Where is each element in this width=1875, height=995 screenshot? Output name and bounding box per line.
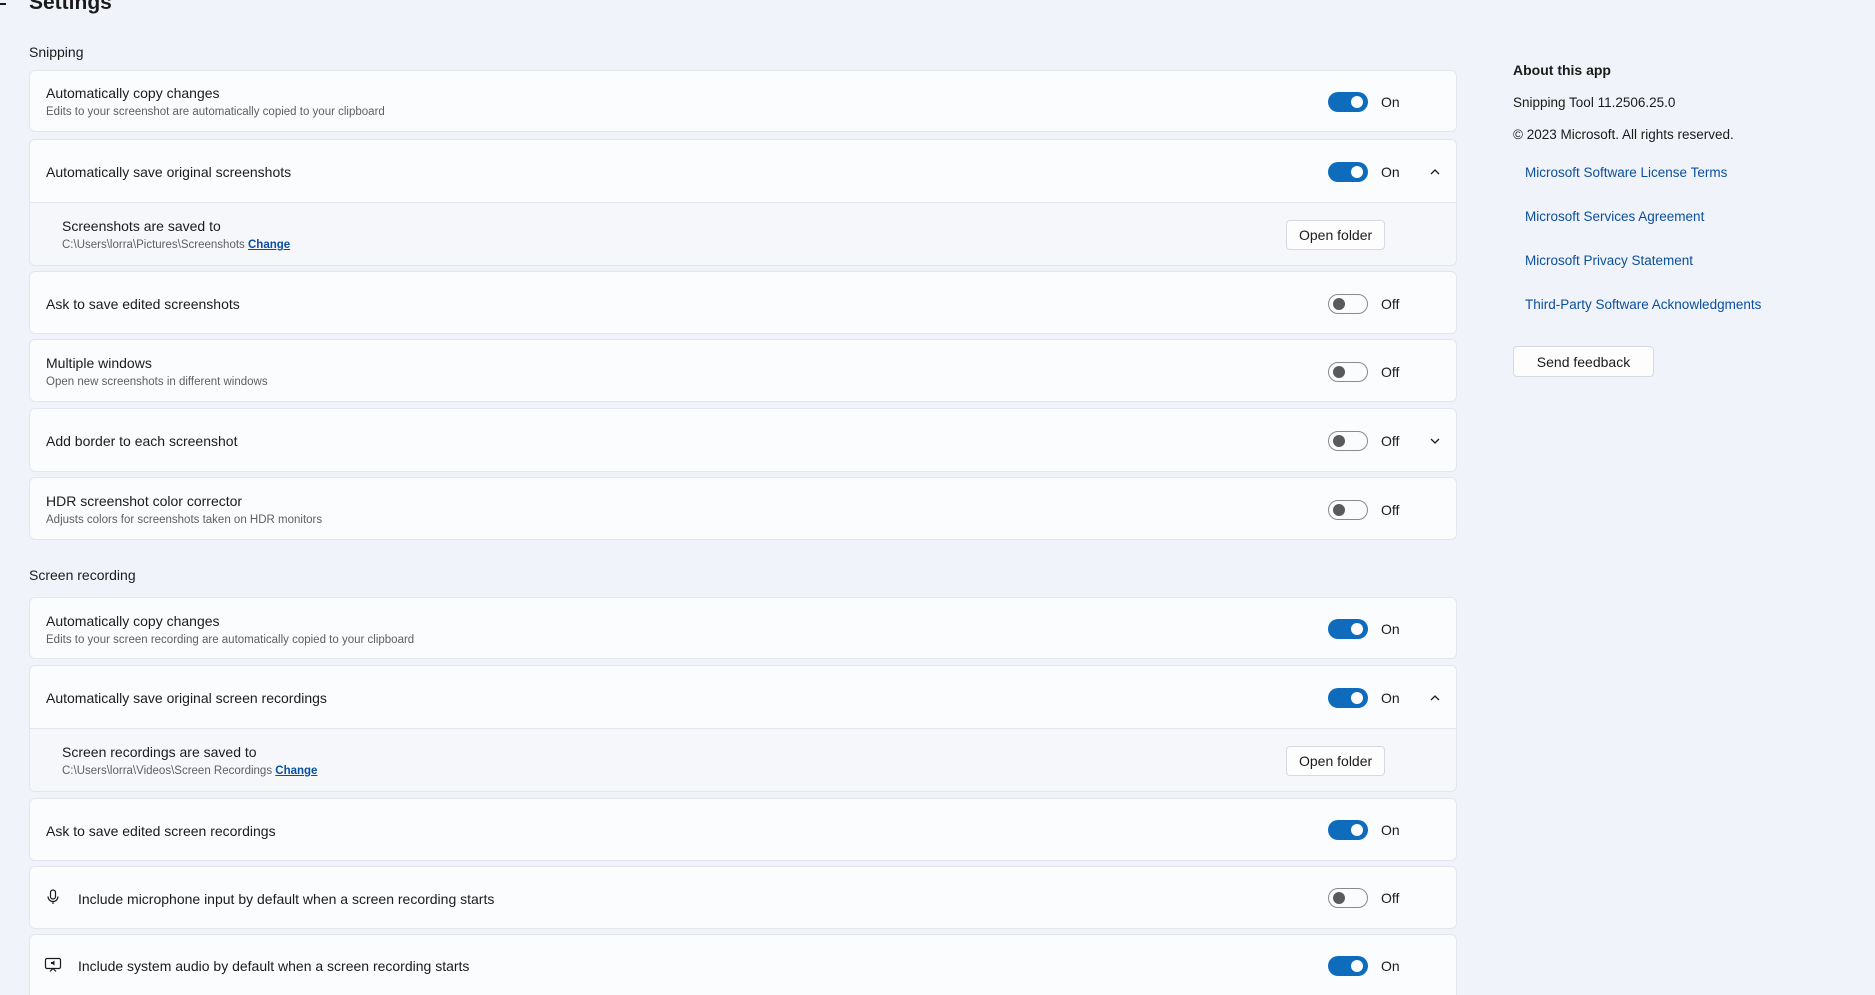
speaker-screen-icon xyxy=(44,956,62,974)
license-terms-link[interactable]: Microsoft Software License Terms xyxy=(1525,165,1727,180)
toggle-state-label: On xyxy=(1381,958,1400,974)
chevron-up-icon[interactable] xyxy=(1428,691,1442,705)
app-version: Snipping Tool 11.2506.25.0 xyxy=(1513,95,1676,110)
change-location-link[interactable]: Change xyxy=(275,765,317,777)
setting-card-snip-saved-location: Screenshots are saved to C:\Users\lorra\… xyxy=(29,203,1457,266)
setting-title: Automatically copy changes xyxy=(46,613,220,629)
chevron-up-icon[interactable] xyxy=(1428,165,1442,179)
saved-path: C:\Users\lorra\Videos\Screen Recordings xyxy=(62,765,273,777)
toggle-state-label: Off xyxy=(1381,296,1400,312)
setting-title: Add border to each screenshot xyxy=(46,433,238,449)
open-folder-button[interactable]: Open folder xyxy=(1286,220,1386,250)
setting-card-snip-hdr: HDR screenshot color corrector Adjusts c… xyxy=(29,477,1457,540)
change-location-link[interactable]: Change xyxy=(248,239,290,251)
setting-title: Automatically save original screenshots xyxy=(46,164,292,180)
third-party-acknowledgments-link[interactable]: Third-Party Software Acknowledgments xyxy=(1525,297,1761,312)
snip-hdr-toggle[interactable] xyxy=(1328,500,1368,520)
setting-description: Adjusts colors for screenshots taken on … xyxy=(46,514,323,526)
page-title: Settings xyxy=(29,0,112,14)
toggle-state-label: On xyxy=(1381,621,1400,637)
setting-card-rec-saved-location: Screen recordings are saved to C:\Users\… xyxy=(29,729,1457,792)
setting-title: Automatically copy changes xyxy=(46,85,220,101)
setting-card-snip-copy-changes: Automatically copy changes Edits to your… xyxy=(29,70,1457,132)
rec-copy-changes-toggle[interactable] xyxy=(1328,619,1368,639)
setting-card-snip-multiple-windows: Multiple windows Open new screenshots in… xyxy=(29,339,1457,402)
rec-microphone-toggle[interactable] xyxy=(1328,888,1368,908)
rec-save-originals-toggle[interactable] xyxy=(1328,688,1368,708)
snip-multiple-windows-toggle[interactable] xyxy=(1328,362,1368,382)
privacy-statement-link[interactable]: Microsoft Privacy Statement xyxy=(1525,253,1693,268)
saved-path: C:\Users\lorra\Pictures\Screenshots xyxy=(62,239,245,251)
rec-system-audio-toggle[interactable] xyxy=(1328,956,1368,976)
toggle-state-label: Off xyxy=(1381,502,1400,518)
section-title-screen-recording: Screen recording xyxy=(29,567,136,583)
chevron-down-icon[interactable] xyxy=(1428,434,1442,448)
toggle-state-label: Off xyxy=(1381,890,1400,906)
open-folder-button[interactable]: Open folder xyxy=(1286,746,1386,776)
setting-title: Ask to save edited screen recordings xyxy=(46,823,276,839)
toggle-state-label: On xyxy=(1381,164,1400,180)
setting-title: Include microphone input by default when… xyxy=(78,891,495,907)
setting-card-rec-copy-changes: Automatically copy changes Edits to your… xyxy=(29,597,1457,659)
setting-card-snip-save-originals[interactable]: Automatically save original screenshots … xyxy=(29,139,1457,203)
setting-card-snip-add-border[interactable]: Add border to each screenshot Off xyxy=(29,408,1457,472)
setting-card-rec-save-originals[interactable]: Automatically save original screen recor… xyxy=(29,665,1457,729)
settings-page: Settings Snipping Automatically copy cha… xyxy=(0,0,1875,995)
snip-add-border-toggle[interactable] xyxy=(1328,431,1368,451)
setting-description: Edits to your screenshot are automatical… xyxy=(46,106,385,118)
setting-title: HDR screenshot color corrector xyxy=(46,493,243,509)
setting-title: Ask to save edited screenshots xyxy=(46,296,240,312)
setting-card-rec-ask-save: Ask to save edited screen recordings On xyxy=(29,798,1457,861)
setting-title: Screenshots are saved to xyxy=(62,218,221,234)
setting-title: Screen recordings are saved to xyxy=(62,744,257,760)
rec-ask-save-toggle[interactable] xyxy=(1328,820,1368,840)
setting-title: Automatically save original screen recor… xyxy=(46,690,327,706)
setting-card-rec-microphone: Include microphone input by default when… xyxy=(29,866,1457,929)
snip-ask-save-toggle[interactable] xyxy=(1328,294,1368,314)
toggle-state-label: Off xyxy=(1381,433,1400,449)
snip-save-originals-toggle[interactable] xyxy=(1328,162,1368,182)
toggle-state-label: Off xyxy=(1381,364,1400,380)
setting-title: Multiple windows xyxy=(46,355,152,371)
setting-title: Include system audio by default when a s… xyxy=(78,958,470,974)
toggle-state-label: On xyxy=(1381,822,1400,838)
section-title-snipping: Snipping xyxy=(29,44,84,60)
setting-description: Edits to your screen recording are autom… xyxy=(46,634,415,646)
toggle-state-label: On xyxy=(1381,94,1400,110)
snip-copy-changes-toggle[interactable] xyxy=(1328,92,1368,112)
services-agreement-link[interactable]: Microsoft Services Agreement xyxy=(1525,209,1704,224)
setting-description: Open new screenshots in different window… xyxy=(46,376,268,388)
send-feedback-button[interactable]: Send feedback xyxy=(1513,346,1654,377)
copyright: © 2023 Microsoft. All rights reserved. xyxy=(1513,127,1734,142)
toggle-state-label: On xyxy=(1381,690,1400,706)
about-title: About this app xyxy=(1513,62,1611,78)
setting-card-rec-system-audio: Include system audio by default when a s… xyxy=(29,934,1457,995)
microphone-icon xyxy=(44,888,62,906)
back-arrow-icon[interactable] xyxy=(0,3,6,5)
setting-card-snip-ask-save: Ask to save edited screenshots Off xyxy=(29,271,1457,334)
